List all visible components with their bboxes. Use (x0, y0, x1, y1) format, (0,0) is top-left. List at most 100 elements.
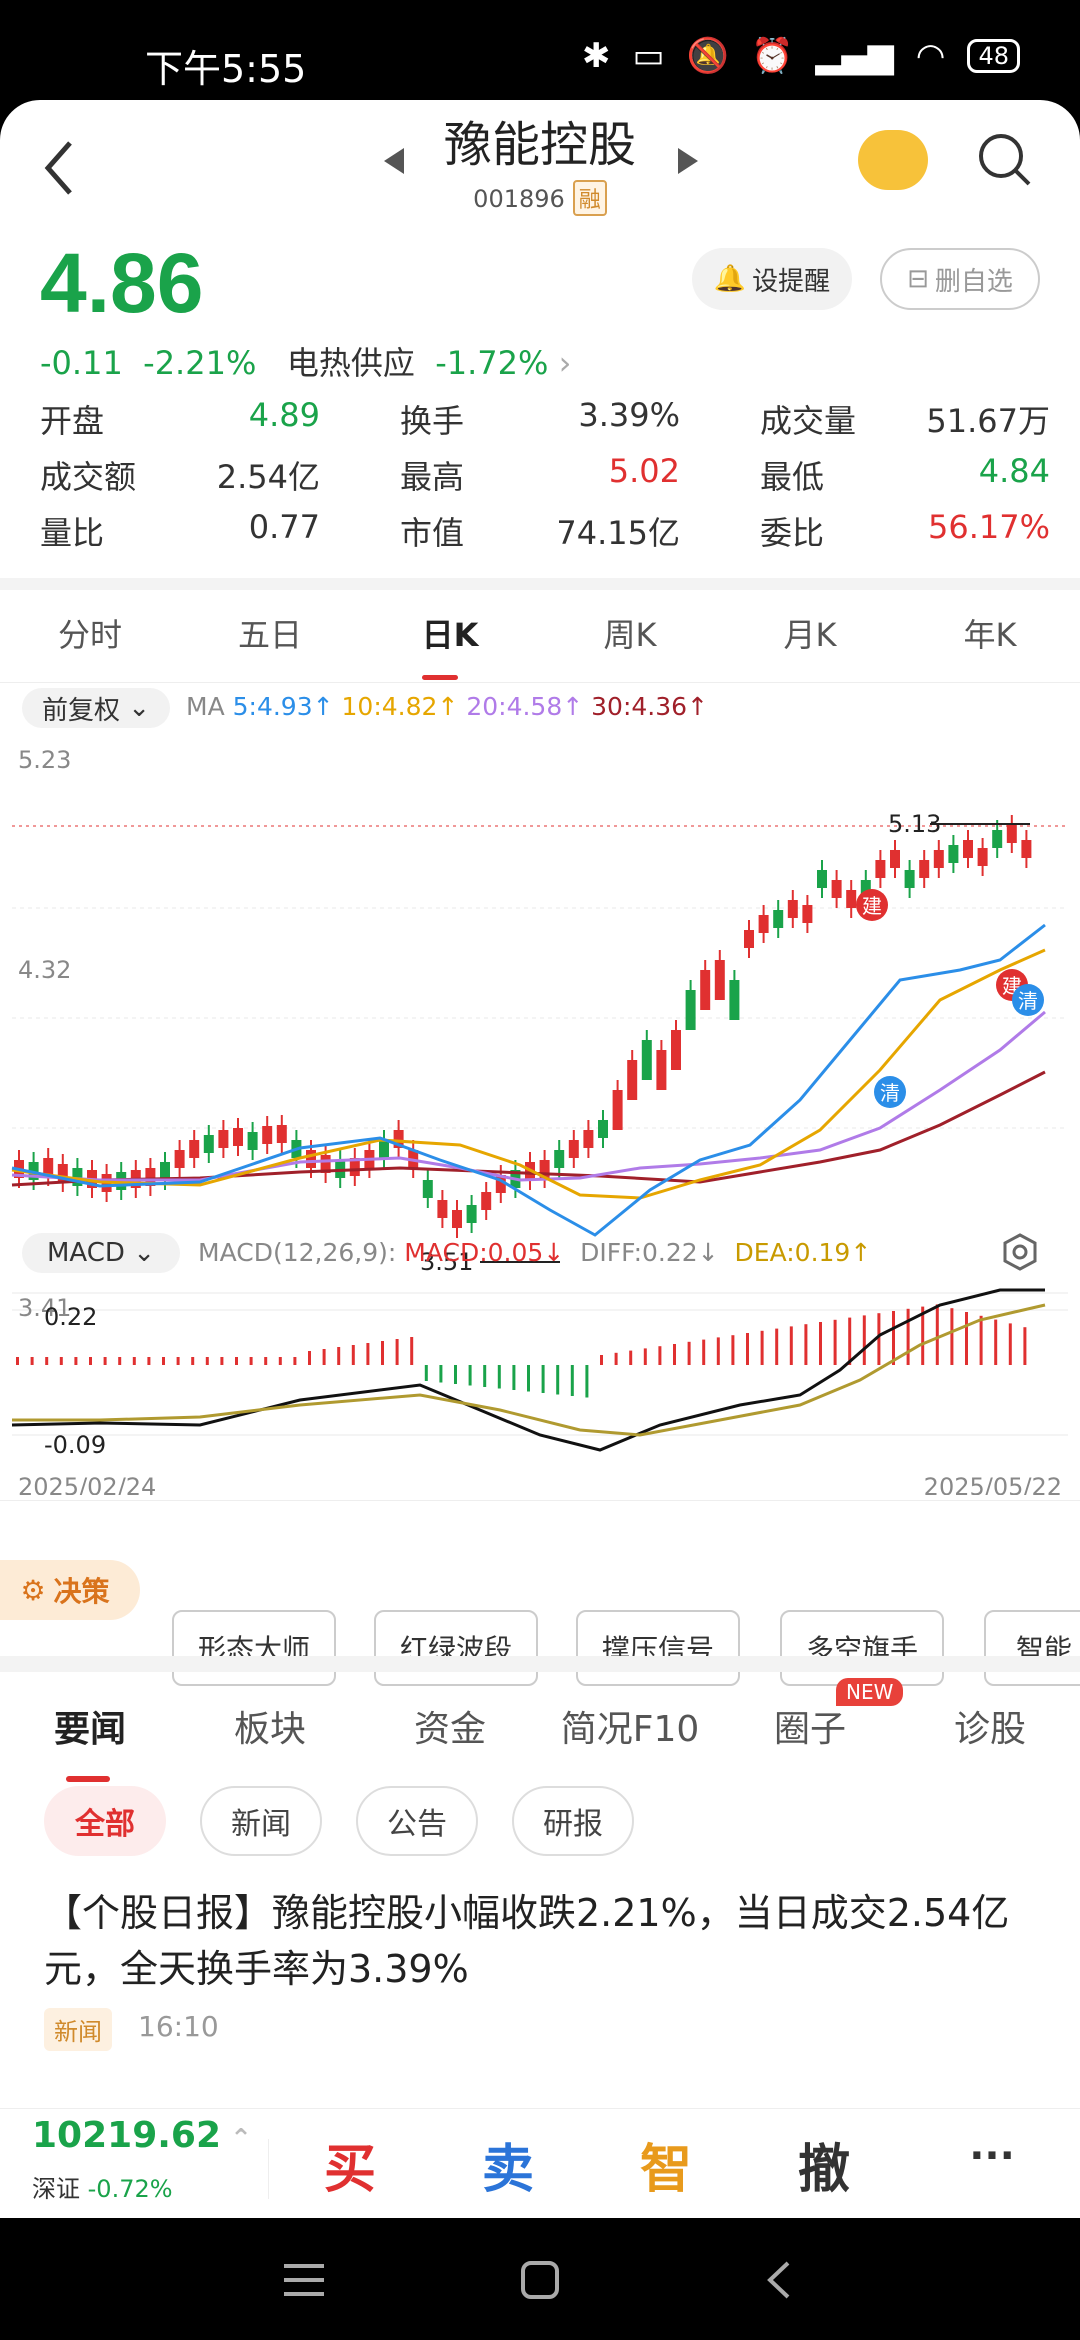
macd-bar (570, 1365, 574, 1396)
macd-bar (454, 1365, 457, 1384)
macd-bar (176, 1357, 180, 1365)
date-end: 2025/05/22 (924, 1473, 1062, 1495)
remove-watchlist-button[interactable]: ⊟ 删自选 (880, 248, 1040, 310)
buy-button[interactable]: 买 (300, 2127, 400, 2202)
macd-bar (862, 1315, 866, 1365)
stat-label: 委比 (760, 514, 825, 552)
smart-button[interactable]: 智 (616, 2127, 716, 2202)
macd-bar (16, 1357, 19, 1365)
margin-badge: 融 (572, 180, 607, 216)
news-filter-0[interactable]: 全部 (44, 1786, 166, 1856)
macd-bar (527, 1365, 530, 1392)
news-tag: 新闻 (44, 2008, 112, 2051)
settings-icon[interactable] (1000, 1232, 1040, 1272)
decision-button-1[interactable]: 红绿波段 (374, 1610, 538, 1686)
news-tab-1[interactable]: 板块 (210, 1700, 330, 1752)
macd-bar (351, 1345, 355, 1365)
macd-bar (220, 1357, 224, 1365)
news-title[interactable]: 【个股日报】豫能控股小幅收跌2.21%，当日成交2.54亿元，全天换手率为3.3… (44, 1885, 1044, 1997)
tab-underline (422, 675, 458, 680)
decision-button-0[interactable]: 形态大师 (172, 1610, 336, 1686)
bluetooth-icon: ✱ (582, 36, 611, 76)
macd-bar (103, 1357, 107, 1365)
decision-button-4[interactable]: 智能 (984, 1610, 1080, 1686)
decision-button-3[interactable]: 多空旗手 (780, 1610, 944, 1686)
news-filter-2[interactable]: 公告 (356, 1786, 478, 1856)
tab-kline-5[interactable]: 年K (930, 610, 1050, 656)
y-axis-mid: 4.32 (18, 956, 71, 984)
macd-bar (585, 1365, 589, 1398)
macd-bars (16, 1304, 1027, 1398)
macd-bar (731, 1335, 735, 1365)
macd-bar (760, 1330, 764, 1365)
decision-button-2[interactable]: 撑压信号 (576, 1610, 740, 1686)
macd-chart[interactable]: 0.22 -0.09 2025/02/24 2025/05/22 (0, 1285, 1080, 1495)
macd-bar (702, 1339, 706, 1365)
macd-bar (556, 1365, 560, 1395)
macd-bar (892, 1311, 895, 1365)
macd-bar (746, 1333, 749, 1365)
macd-bar (994, 1319, 998, 1365)
index-value[interactable]: 10219.62 ⌃ (32, 2115, 252, 2156)
macd-bar (673, 1344, 676, 1365)
macd-bar (541, 1365, 545, 1393)
stock-code: 001896 (473, 185, 565, 213)
macd-bar (366, 1343, 370, 1365)
tab-kline-4[interactable]: 月K (750, 610, 870, 656)
change-row[interactable]: -0.11 -2.21% 电热供应 -1.72% › (40, 338, 571, 384)
chevron-down-icon: ⌄ (119, 693, 151, 723)
macd-bar (848, 1317, 852, 1365)
tab-kline-0[interactable]: 分时 (30, 610, 150, 656)
bell-icon: 🔔 (713, 264, 747, 294)
set-alert-button[interactable]: 🔔 设提醒 (692, 248, 852, 310)
news-tab-4[interactable]: 圈子 (750, 1700, 870, 1752)
macd-bar (395, 1339, 399, 1365)
macd-bar (979, 1315, 983, 1365)
macd-bar (205, 1357, 209, 1365)
home-icon[interactable] (520, 2260, 560, 2300)
mascot-icon[interactable] (858, 130, 928, 190)
tab-kline-3[interactable]: 周K (570, 610, 690, 656)
more-button[interactable]: ··· (942, 2133, 1042, 2179)
macd-bar (147, 1357, 151, 1365)
stat-label: 换手 (400, 402, 465, 440)
nav-back-icon[interactable] (764, 2260, 794, 2300)
macd-bar (600, 1355, 603, 1365)
news-tab-0[interactable]: 要闻 (30, 1700, 150, 1752)
macd-bar (278, 1357, 282, 1365)
kline-tabs: 分时 五日 日K 周K 月K 年K (0, 610, 1080, 680)
mute-icon: 🔕 (686, 36, 729, 76)
macd-bar (308, 1351, 311, 1365)
new-badge: NEW (836, 1678, 904, 1706)
tab-kline-2[interactable]: 日K (390, 610, 510, 656)
stat-label: 量比 (40, 514, 105, 552)
news-tab-2[interactable]: 资金 (390, 1700, 510, 1752)
stat-label: 市值 (400, 514, 465, 552)
news-filter-1[interactable]: 新闻 (200, 1786, 322, 1856)
adjust-selector[interactable]: 前复权 ⌄ (22, 688, 170, 728)
macd-selector[interactable]: MACD ⌄ (22, 1233, 180, 1273)
stat-value: 4.89 (248, 396, 320, 434)
minus-box-icon: ⊟ (907, 264, 929, 294)
macd-bar (337, 1347, 341, 1365)
signal-icon: ▂▄▆ (815, 36, 894, 76)
stock-page: 豫能控股 001896 融 4.86 🔔 设提醒 ⊟ 删自选 -0.11 -2.21%… (0, 100, 1080, 2208)
ma-legend: MA 5:4.93↑ 10:4.82↑ 20:4.58↑ 30:4.36↑ (186, 692, 709, 721)
menu-icon[interactable] (282, 2262, 326, 2298)
macd-bar (687, 1341, 691, 1365)
decision-label[interactable]: ⚙ 决策 (0, 1560, 140, 1620)
news-filter-3[interactable]: 研报 (512, 1786, 634, 1856)
search-icon[interactable] (975, 130, 1035, 190)
macd-bar (512, 1365, 516, 1390)
chevron-right-icon: › (548, 344, 572, 382)
macd-bar (162, 1357, 165, 1365)
cancel-order-button[interactable]: 撤 (774, 2127, 874, 2202)
news-tab-5[interactable]: 诊股 (930, 1700, 1050, 1752)
macd-bar (965, 1312, 968, 1365)
macd-bar (439, 1365, 443, 1383)
sell-button[interactable]: 卖 (458, 2127, 558, 2202)
tab-kline-1[interactable]: 五日 (210, 610, 330, 656)
news-tab-3[interactable]: 简况F10 (550, 1700, 710, 1752)
candles (14, 815, 1032, 1238)
stat-label: 最低 (760, 458, 825, 496)
